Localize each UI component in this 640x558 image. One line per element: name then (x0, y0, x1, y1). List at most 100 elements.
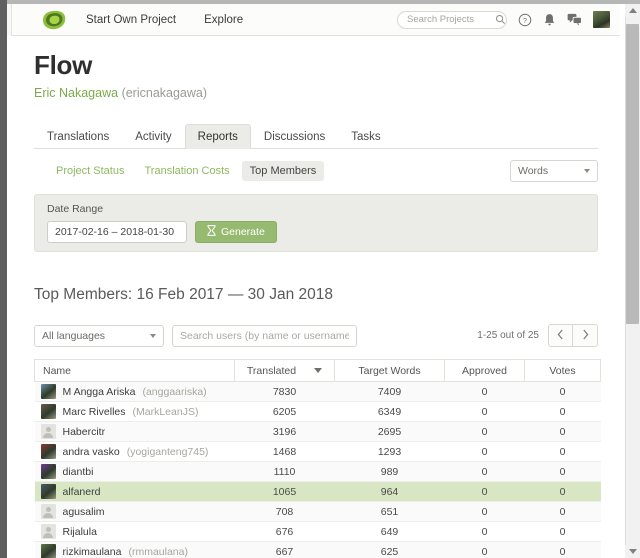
cell-translated: 708 (234, 501, 335, 522)
cell-target-words: 1293 (334, 441, 445, 462)
cell-approved: 0 (444, 521, 525, 542)
tab-reports[interactable]: Reports (184, 124, 251, 149)
nav-link-start-own-project[interactable]: Start Own Project (86, 14, 176, 26)
cell-votes: 0 (524, 461, 601, 482)
unit-select[interactable]: Words (510, 160, 598, 182)
subtab-top-members[interactable]: Top Members (241, 161, 325, 181)
table-row[interactable]: agusalim 708 651 0 0 (34, 501, 601, 522)
chevron-down-icon (150, 333, 156, 338)
cell-approved: 0 (444, 541, 525, 558)
date-range-input[interactable] (47, 221, 187, 243)
cell-translated: 1110 (234, 461, 335, 482)
cell-approved: 0 (444, 461, 525, 482)
table-row[interactable]: diantbi 1110 989 0 0 (34, 461, 601, 482)
pagination-buttons (548, 324, 598, 347)
unit-select-value: Words (518, 165, 549, 177)
cell-name: agusalim (34, 501, 235, 522)
nav-link-explore[interactable]: Explore (204, 14, 243, 26)
member-full-name[interactable]: rizkimaulana (63, 546, 122, 558)
tab-tasks[interactable]: Tasks (338, 124, 393, 149)
avatar (40, 544, 56, 558)
cell-approved: 0 (444, 481, 525, 502)
bell-icon[interactable] (543, 13, 556, 27)
help-circle-icon[interactable]: ? (518, 13, 532, 27)
member-full-name[interactable]: Marc Rivelles (63, 406, 126, 418)
cell-votes: 0 (524, 401, 601, 422)
scrollbar-up-button[interactable] (625, 4, 640, 17)
cell-translated: 1065 (234, 481, 335, 502)
subtab-translation-costs[interactable]: Translation Costs (136, 161, 237, 181)
column-header-votes[interactable]: Votes (524, 359, 601, 382)
column-header-approved[interactable]: Approved (444, 359, 525, 382)
page-content: Flow Eric Nakagawa (ericnakagawa) Transl… (12, 36, 620, 558)
table-head: Name Translated Target Words Approved Vo… (34, 359, 601, 382)
next-page-button[interactable] (573, 324, 598, 347)
column-header-translated[interactable]: Translated (234, 359, 335, 382)
user-avatar[interactable] (593, 11, 610, 28)
table-row[interactable]: Habercitr 3196 2695 0 0 (34, 421, 601, 442)
chat-bubbles-icon[interactable] (567, 13, 582, 26)
cell-approved: 0 (444, 421, 525, 442)
leaf-logo-icon[interactable] (40, 9, 68, 31)
pagination: 1-25 out of 25 (477, 324, 598, 347)
table-body: M Angga Ariska (anggaariska) 7830 7409 0 0 Mar… (34, 381, 601, 558)
table-row[interactable]: Rijalula 676 649 0 0 (34, 521, 601, 542)
member-full-name[interactable]: alfanerd (63, 486, 101, 498)
member-full-name[interactable]: diantbi (63, 466, 94, 478)
cell-translated: 6205 (234, 401, 335, 422)
page-scrollbar[interactable] (625, 4, 640, 558)
cell-votes: 0 (524, 481, 601, 502)
table-filters-row: All languages 1-25 out of 25 (34, 324, 598, 347)
project-search-box[interactable] (397, 10, 507, 29)
member-full-name[interactable]: Rijalula (63, 526, 97, 538)
cell-translated: 1468 (234, 441, 335, 462)
column-header-target-words[interactable]: Target Words (334, 359, 445, 382)
table-row[interactable]: M Angga Ariska (anggaariska) 7830 7409 0 0 (34, 381, 601, 402)
tab-translations[interactable]: Translations (34, 124, 122, 149)
browser-chrome-left (0, 0, 7, 558)
prev-page-button[interactable] (548, 324, 573, 347)
table-row[interactable]: rizkimaulana (rmmaulana) 667 625 0 0 (34, 541, 601, 558)
cell-name: diantbi (34, 461, 235, 482)
search-input[interactable] (405, 13, 495, 26)
scrollbar-down-button[interactable] (625, 545, 640, 558)
primary-nav-links: Start Own Project Explore (86, 14, 243, 26)
tab-discussions[interactable]: Discussions (251, 124, 338, 149)
cell-target-words: 649 (334, 521, 445, 542)
chevron-right-icon (582, 329, 589, 343)
member-full-name[interactable]: M Angga Ariska (63, 386, 136, 398)
subtab-project-status[interactable]: Project Status (48, 161, 132, 181)
tab-activity[interactable]: Activity (122, 124, 184, 149)
table-row[interactable]: Marc Rivelles (MarkLeanJS) 6205 6349 0 0 (34, 401, 601, 422)
top-members-table-wrapper: Name Translated Target Words Approved Vo… (34, 359, 601, 558)
scrollbar-thumb[interactable] (626, 24, 639, 324)
table-row[interactable]: alfanerd 1065 964 0 0 (34, 481, 601, 502)
member-handle: (rmmaulana) (128, 545, 188, 558)
member-full-name[interactable]: Habercitr (63, 426, 106, 438)
cell-votes: 0 (524, 541, 601, 558)
top-bar-right-group: ? (397, 10, 610, 29)
owner-name-link[interactable]: Eric Nakagawa (34, 86, 118, 100)
page-root: Start Own Project Explore ? Flow (0, 0, 640, 558)
cell-target-words: 964 (334, 481, 445, 502)
cell-name: rizkimaulana (rmmaulana) (34, 541, 235, 558)
member-full-name[interactable]: agusalim (63, 506, 105, 518)
generate-button[interactable]: Generate (195, 221, 277, 243)
table-row[interactable]: andra vasko (yogiganteng745) 1468 1293 0 0 (34, 441, 601, 462)
search-icon (495, 14, 506, 25)
cell-name: alfanerd (34, 481, 235, 502)
cell-name: M Angga Ariska (anggaariska) (34, 381, 235, 402)
top-members-table: Name Translated Target Words Approved Vo… (34, 359, 601, 558)
member-full-name[interactable]: andra vasko (63, 446, 120, 458)
avatar (40, 484, 56, 499)
language-select-value: All languages (42, 329, 106, 342)
main-tabs: Translations Activity Reports Discussion… (34, 123, 598, 149)
language-select[interactable]: All languages (34, 324, 164, 347)
user-search-input[interactable] (172, 324, 357, 347)
avatar-placeholder-icon (40, 504, 56, 519)
date-range-label: Date Range (47, 203, 104, 215)
column-header-name[interactable]: Name (34, 359, 235, 382)
avatar (40, 464, 56, 479)
member-handle: (anggaariska) (142, 385, 207, 398)
cell-approved: 0 (444, 501, 525, 522)
